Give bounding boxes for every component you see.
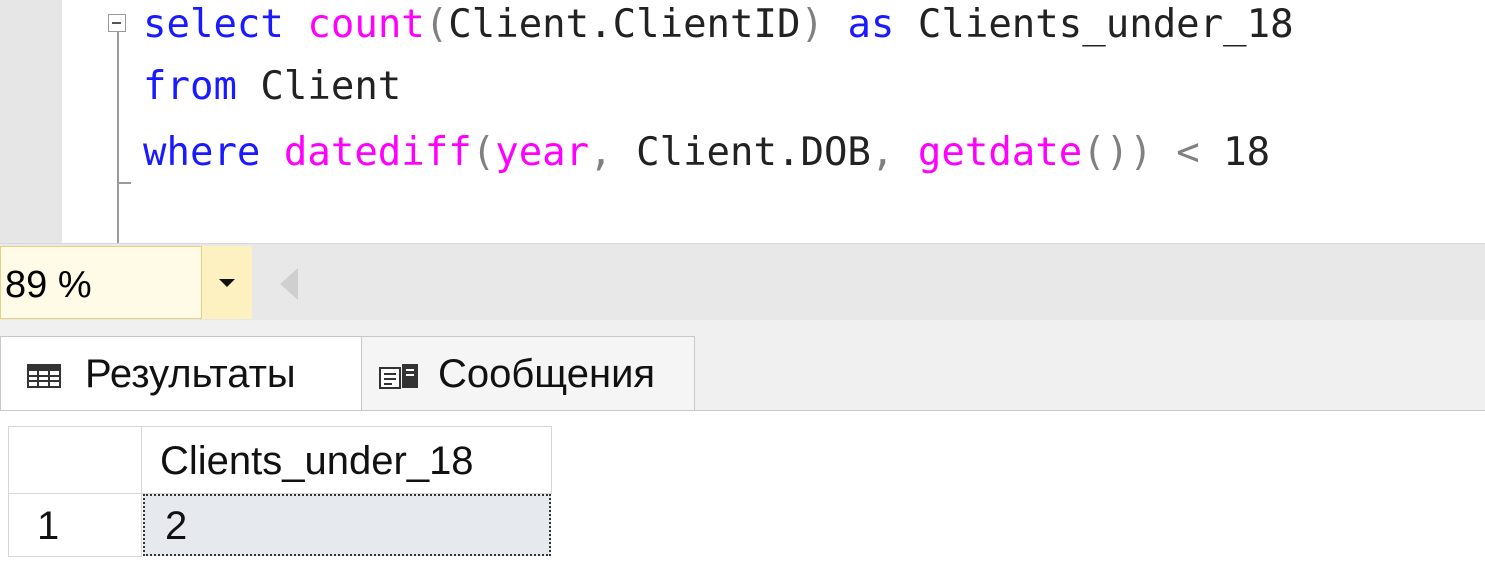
parens: () [1082, 130, 1130, 175]
keyword-from: from [143, 64, 237, 109]
zoom-bar: 89 % [0, 243, 1485, 320]
collapse-icon[interactable] [108, 14, 126, 32]
number-literal: 18 [1223, 130, 1271, 175]
zoom-value[interactable]: 89 % [5, 263, 92, 307]
chevron-down-icon[interactable] [201, 246, 252, 319]
fold-guide [117, 32, 119, 243]
grid-corner-cell[interactable] [8, 426, 142, 494]
code-line-3: where datediff(year, Client.DOB, getdate… [143, 128, 1270, 178]
results-tab-strip: Результаты Сообщения [0, 320, 1485, 410]
ssms-query-window: select count(Client.ClientID) as Clients… [0, 0, 1485, 572]
tab-results[interactable]: Результаты [0, 336, 362, 410]
tab-results-label: Результаты [85, 352, 296, 396]
keyword-where: where [143, 130, 261, 175]
paren-close: ) [800, 2, 824, 47]
tab-messages[interactable]: Сообщения [362, 336, 695, 410]
code-line-1: select count(Client.ClientID) as Clients… [143, 0, 1294, 50]
editor-gutter [0, 0, 62, 243]
code-line-2: from Client [143, 62, 401, 112]
zoom-combobox[interactable]: 89 % [0, 246, 252, 319]
results-grid: Clients_under_18 1 2 [0, 410, 1485, 572]
function-datediff: datediff [283, 130, 472, 175]
column-header[interactable]: Clients_under_18 [141, 426, 552, 494]
table-name: Client [260, 64, 402, 109]
function-count: count [307, 2, 425, 47]
tab-messages-label: Сообщения [438, 352, 656, 396]
keyword-select: select [143, 2, 284, 47]
operator-less-than: < [1176, 130, 1200, 175]
grid-icon [27, 364, 61, 388]
messages-icon [379, 364, 418, 389]
arg-dob: Client.DOB [636, 130, 871, 175]
scroll-left-icon[interactable] [280, 268, 298, 300]
comma: , [589, 130, 613, 175]
identifier-clientid: Client.ClientID [448, 2, 801, 47]
paren-open: ( [424, 2, 449, 47]
fold-guide-end [117, 182, 131, 184]
keyword-as: as [847, 2, 895, 47]
query-editor[interactable]: select count(Client.ClientID) as Clients… [0, 0, 1485, 243]
paren-close: ) [1129, 130, 1153, 175]
row-number[interactable]: 1 [8, 493, 142, 557]
result-cell[interactable]: 2 [143, 494, 551, 556]
arg-year: year [495, 130, 590, 175]
function-getdate: getdate [917, 130, 1083, 175]
comma: , [870, 130, 895, 175]
column-alias: Clients_under_18 [917, 2, 1294, 47]
paren-open: ( [471, 130, 496, 175]
